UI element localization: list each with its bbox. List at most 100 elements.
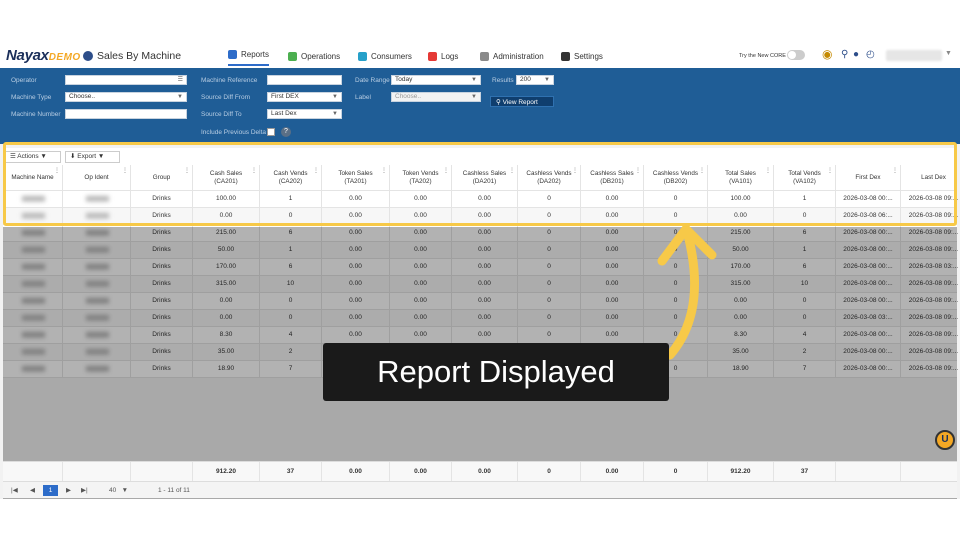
globe-icon[interactable]: ●: [853, 49, 859, 61]
nav-operations[interactable]: Operations: [288, 49, 340, 63]
table-row[interactable]: ▆▆▆▆▆▆▆ ▆▆▆▆▆▆▆ Drinks 0.00 0 0.00 0.00 0.00 0 0.…: [3, 310, 958, 327]
column-header[interactable]: Group ⋮: [131, 165, 193, 190]
table-cell: 0.00: [581, 225, 644, 241]
nav-settings[interactable]: Settings: [561, 49, 603, 63]
help-icon[interactable]: ?: [281, 127, 291, 137]
redacted-text: ▆▆▆▆▆▆▆: [86, 280, 109, 287]
column-header[interactable]: Token Sales (TA201) ⋮: [322, 165, 390, 190]
column-menu-icon[interactable]: ⋮: [122, 168, 128, 174]
table-cell: 4: [774, 327, 836, 343]
operator-select[interactable]: ☰: [65, 75, 187, 85]
table-row[interactable]: ▆▆▆▆▆▆▆ ▆▆▆▆▆▆▆ Drinks 50.00 1 0.00 0.00 0.00 0 0…: [3, 242, 958, 259]
total-cell: [131, 462, 193, 481]
prev-page-icon[interactable]: ◀: [30, 486, 35, 495]
column-menu-icon[interactable]: ⋮: [381, 168, 387, 174]
column-menu-icon[interactable]: ⋮: [827, 168, 833, 174]
current-page[interactable]: 1: [43, 485, 58, 496]
column-menu-icon[interactable]: ⋮: [509, 168, 515, 174]
date-range-select[interactable]: Today ▼: [391, 75, 481, 85]
label-select[interactable]: Choose.. ▼: [391, 92, 481, 102]
results-select[interactable]: 200 ▼: [516, 75, 554, 85]
user-menu[interactable]: [886, 50, 942, 61]
machine-name-cell: ▆▆▆▆▆▆▆: [3, 208, 63, 224]
table-cell: 2026-03-08 00:...: [836, 361, 901, 377]
nav-label: Reports: [241, 50, 270, 59]
export-button[interactable]: ⬇ Export ▼: [65, 151, 120, 163]
core-toggle[interactable]: [787, 50, 805, 60]
table-cell: 2: [260, 344, 322, 360]
column-header[interactable]: Cash Vends (CA202) ⋮: [260, 165, 322, 190]
column-header-label: Group: [152, 173, 171, 181]
column-menu-icon[interactable]: ⋮: [699, 168, 705, 174]
table-cell: 0: [774, 293, 836, 309]
nav-label: Administration: [493, 51, 544, 61]
column-header[interactable]: Op Ident ⋮: [63, 165, 131, 190]
column-header[interactable]: Total Sales (VA101) ⋮: [708, 165, 774, 190]
source-diff-to-select[interactable]: Last Dex ▼: [267, 109, 342, 119]
column-header[interactable]: First Dex ⋮: [836, 165, 901, 190]
column-header[interactable]: Total Vends (VA102) ⋮: [774, 165, 836, 190]
table-row[interactable]: ▆▆▆▆▆▆▆ ▆▆▆▆▆▆▆ Drinks 315.00 10 0.00 0.00 0.00…: [3, 276, 958, 293]
column-header[interactable]: Cashless Vends (DA202) ⋮: [518, 165, 581, 190]
callout-caption: Report Displayed: [323, 343, 669, 401]
machine-number-input[interactable]: [65, 109, 187, 119]
table-row[interactable]: ▆▆▆▆▆▆▆ ▆▆▆▆▆▆▆ Drinks 100.00 1 0.00 0.00 0.00 0…: [3, 191, 960, 208]
table-cell: 0.00: [452, 293, 518, 309]
total-cell: 0: [644, 462, 708, 481]
column-menu-icon[interactable]: ⋮: [892, 168, 898, 174]
column-menu-icon[interactable]: ⋮: [54, 168, 60, 174]
table-row[interactable]: ▆▆▆▆▆▆▆ ▆▆▆▆▆▆▆ Drinks 215.00 6 0.00 0.00 0.00 0…: [3, 225, 958, 242]
column-menu-icon[interactable]: ⋮: [765, 168, 771, 174]
table-row[interactable]: ▆▆▆▆▆▆▆ ▆▆▆▆▆▆▆ Drinks 0.00 0 0.00 0.00 0.00 0 0.…: [3, 208, 958, 225]
include-prev-checkbox[interactable]: [267, 128, 275, 136]
page-size-select[interactable]: 40 ▼: [109, 486, 128, 495]
user-hat-icon[interactable]: ◉: [822, 48, 832, 60]
operations-icon: [288, 51, 297, 61]
nav-consumers[interactable]: Consumers: [358, 49, 412, 63]
machine-type-select[interactable]: Choose.. ▼: [65, 92, 187, 102]
nav-logs[interactable]: Logs: [428, 49, 458, 63]
chevron-down-icon: ▼: [471, 94, 477, 100]
table-row[interactable]: ▆▆▆▆▆▆▆ ▆▆▆▆▆▆▆ Drinks 0.00 0 0.00 0.00 0.00 0 0.…: [3, 293, 958, 310]
help-widget-icon[interactable]: U: [935, 430, 955, 450]
table-cell: 0.00: [452, 242, 518, 258]
table-cell: 0.00: [322, 259, 390, 275]
column-header[interactable]: Cashless Sales (DB201) ⋮: [581, 165, 644, 190]
source-diff-from-select[interactable]: First DEX ▼: [267, 92, 342, 102]
column-menu-icon[interactable]: ⋮: [251, 168, 257, 174]
first-page-icon[interactable]: |◀: [11, 486, 18, 495]
results-label: Results: [492, 77, 514, 84]
table-cell: 0: [260, 310, 322, 326]
table-cell: 170.00: [708, 259, 774, 275]
nav-label: Settings: [574, 51, 603, 61]
column-menu-icon[interactable]: ⋮: [635, 168, 641, 174]
next-page-icon[interactable]: ▶: [66, 486, 71, 495]
column-header[interactable]: Cashless Sales (DA201) ⋮: [452, 165, 518, 190]
column-menu-icon[interactable]: ⋮: [313, 168, 319, 174]
clock-icon[interactable]: ◴: [866, 49, 875, 61]
view-report-button[interactable]: ⚲ View Report: [490, 96, 554, 107]
table-cell: Drinks: [131, 208, 193, 224]
table-row[interactable]: ▆▆▆▆▆▆▆ ▆▆▆▆▆▆▆ Drinks 8.30 4 0.00 0.00 0.00 0 0.…: [3, 327, 958, 344]
column-header[interactable]: Cashless Vends (DB202) ⋮: [644, 165, 708, 190]
table-cell: Drinks: [131, 276, 193, 292]
table-cell: 2026-03-08 09:...: [901, 191, 960, 207]
machine-reference-input[interactable]: [267, 75, 342, 85]
column-menu-icon[interactable]: ⋮: [572, 168, 578, 174]
column-menu-icon[interactable]: ⋮: [443, 168, 449, 174]
last-page-icon[interactable]: ▶|: [81, 486, 88, 495]
table-cell: 0: [260, 293, 322, 309]
actions-button[interactable]: ☰ Actions ▼: [5, 151, 61, 163]
column-header[interactable]: Token Vends (TA202) ⋮: [390, 165, 452, 190]
administration-icon: [480, 51, 489, 61]
nav-reports[interactable]: Reports: [228, 47, 270, 66]
column-header[interactable]: Last Dex⋮: [901, 165, 960, 190]
table-row[interactable]: ▆▆▆▆▆▆▆ ▆▆▆▆▆▆▆ Drinks 170.00 6 0.00 0.00 0.00 0…: [3, 259, 958, 276]
search-icon[interactable]: ⚲: [841, 49, 848, 61]
column-header[interactable]: Cash Sales (CA201) ⋮: [193, 165, 260, 190]
nav-administration[interactable]: Administration: [480, 49, 544, 63]
chevron-down-icon[interactable]: ▼: [945, 50, 952, 57]
nayax-logo[interactable]: NayaxDEMO: [6, 47, 81, 67]
column-menu-icon[interactable]: ⋮: [184, 168, 190, 174]
column-header[interactable]: Machine Name ⋮: [3, 165, 63, 190]
